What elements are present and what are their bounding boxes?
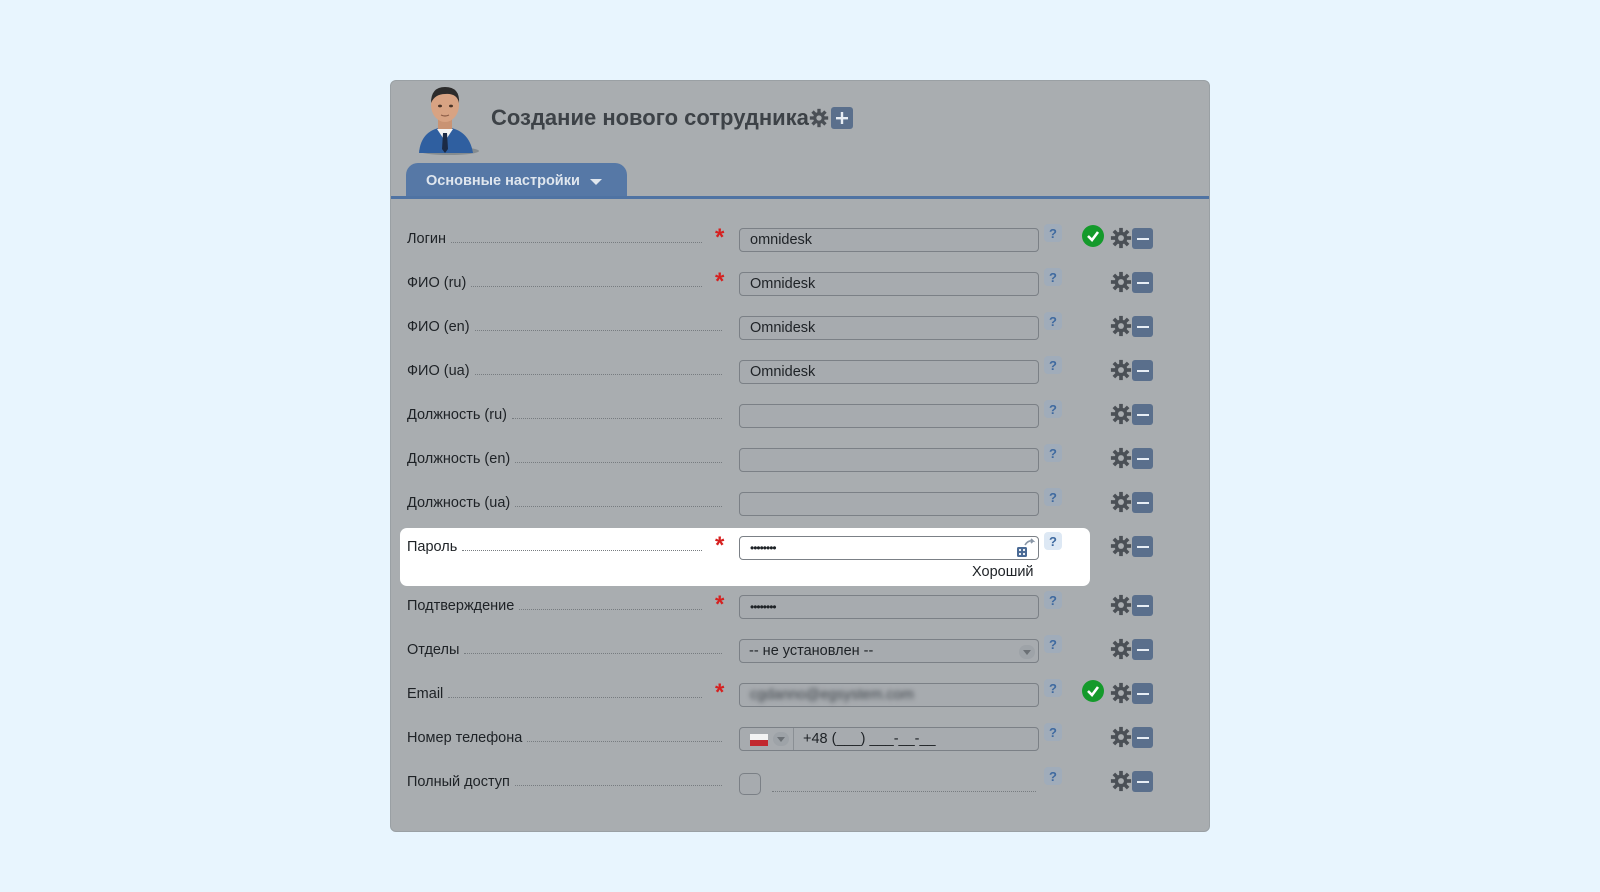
form-row-fio-ua: ФИО (ua) Omnidesk ?: [390, 354, 1210, 398]
password-strength: Хороший: [972, 564, 1034, 580]
remove-field-button[interactable]: [1132, 683, 1153, 704]
password-input[interactable]: ••••••••: [739, 536, 1039, 560]
gear-icon[interactable]: [1110, 638, 1132, 660]
gear-icon[interactable]: [1110, 682, 1132, 704]
field-label: Должность (ua): [407, 494, 722, 511]
help-icon[interactable]: ?: [1044, 312, 1062, 330]
form-row-fio-en: ФИО (en) Omnidesk ?: [390, 310, 1210, 354]
required-marker: *: [715, 224, 725, 251]
required-marker: *: [715, 591, 725, 618]
phone-value: +48 (___) ___-__-__: [803, 731, 936, 747]
field-label: Номер телефона: [407, 729, 722, 746]
email-input[interactable]: cgdanno@egsystem.com: [739, 683, 1039, 707]
help-icon[interactable]: ?: [1044, 268, 1062, 286]
help-icon[interactable]: ?: [1044, 679, 1062, 697]
gear-icon[interactable]: [1110, 403, 1132, 425]
email-value: cgdanno@egsystem.com: [750, 687, 914, 703]
remove-field-button[interactable]: [1132, 448, 1153, 469]
fio-ua-input[interactable]: Omnidesk: [739, 360, 1039, 384]
field-label: Полный доступ: [407, 773, 722, 790]
help-icon[interactable]: ?: [1044, 488, 1062, 506]
remove-field-button[interactable]: [1132, 360, 1153, 381]
chevron-down-icon: [1019, 645, 1035, 659]
position-ru-input[interactable]: [739, 404, 1039, 428]
gear-icon[interactable]: [1110, 770, 1132, 792]
form-row-fio-ru: ФИО (ru) * Omnidesk ?: [390, 266, 1210, 310]
gear-icon[interactable]: [1110, 227, 1132, 249]
dotted-leader: [772, 791, 1036, 792]
gear-icon[interactable]: [1110, 315, 1132, 337]
departments-selected: -- не установлен --: [749, 643, 874, 659]
form-row-departments: Отделы -- не установлен -- ?: [390, 633, 1210, 677]
form-row-phone: Номер телефона +48 (___) ___-__-__ ?: [390, 721, 1210, 765]
password-value: ••••••••: [750, 541, 777, 555]
help-icon[interactable]: ?: [1044, 356, 1062, 374]
field-label: ФИО (en): [407, 318, 722, 335]
field-label: Email: [407, 685, 702, 702]
form-row-login: Логин * omnidesk ?: [390, 222, 1210, 266]
field-label: Логин: [407, 230, 702, 247]
position-ua-input[interactable]: [739, 492, 1039, 516]
remove-field-button[interactable]: [1132, 639, 1153, 660]
required-marker: *: [715, 532, 725, 559]
fio-ru-input[interactable]: Omnidesk: [739, 272, 1039, 296]
valid-check-icon: [1082, 225, 1104, 247]
field-label: Должность (en): [407, 450, 722, 467]
help-icon[interactable]: ?: [1044, 532, 1062, 550]
field-label: ФИО (ru): [407, 274, 702, 291]
gear-icon[interactable]: [1110, 491, 1132, 513]
form-row-position-ru: Должность (ru) ?: [390, 398, 1210, 442]
password-confirm-value: ••••••••: [750, 600, 777, 614]
remove-field-button[interactable]: [1132, 727, 1153, 748]
required-marker: *: [715, 268, 725, 295]
help-icon[interactable]: ?: [1044, 444, 1062, 462]
form-row-email: Email * cgdanno@egsystem.com ?: [390, 677, 1210, 721]
field-label: Отделы: [407, 641, 722, 658]
form-row-password-confirm: Подтверждение * •••••••• ?: [390, 589, 1210, 633]
remove-field-button[interactable]: [1132, 536, 1153, 557]
phone-input[interactable]: +48 (___) ___-__-__: [739, 727, 1039, 751]
remove-field-button[interactable]: [1132, 771, 1153, 792]
gear-icon[interactable]: [1110, 447, 1132, 469]
form-row-position-en: Должность (en) ?: [390, 442, 1210, 486]
form-row-full-access: Полный доступ ?: [390, 765, 1210, 809]
gear-icon[interactable]: [1110, 594, 1132, 616]
help-icon[interactable]: ?: [1044, 723, 1062, 741]
gear-icon[interactable]: [1110, 359, 1132, 381]
field-label: Пароль: [407, 538, 702, 555]
required-marker: *: [715, 679, 725, 706]
field-label: Подтверждение: [407, 597, 702, 614]
departments-select[interactable]: -- не установлен --: [739, 639, 1039, 663]
gear-icon[interactable]: [1110, 535, 1132, 557]
gear-icon[interactable]: [1110, 726, 1132, 748]
help-icon[interactable]: ?: [1044, 591, 1062, 609]
remove-field-button[interactable]: [1132, 404, 1153, 425]
full-access-checkbox[interactable]: [739, 773, 761, 795]
gear-icon[interactable]: [1110, 271, 1132, 293]
field-label: ФИО (ua): [407, 362, 722, 379]
login-input[interactable]: omnidesk: [739, 228, 1039, 252]
help-icon[interactable]: ?: [1044, 400, 1062, 418]
remove-field-button[interactable]: [1132, 272, 1153, 293]
help-icon[interactable]: ?: [1044, 635, 1062, 653]
chevron-down-icon[interactable]: [773, 732, 789, 746]
remove-field-button[interactable]: [1132, 492, 1153, 513]
password-confirm-input[interactable]: ••••••••: [739, 595, 1039, 619]
help-icon[interactable]: ?: [1044, 767, 1062, 785]
poland-flag-icon[interactable]: [750, 734, 768, 746]
generate-password-icon[interactable]: [1016, 538, 1036, 558]
remove-field-button[interactable]: [1132, 316, 1153, 337]
fio-en-input[interactable]: Omnidesk: [739, 316, 1039, 340]
remove-field-button[interactable]: [1132, 228, 1153, 249]
remove-field-button[interactable]: [1132, 595, 1153, 616]
valid-check-icon: [1082, 680, 1104, 702]
form-row-password: Пароль * •••••••• ? Хороший: [390, 530, 1210, 580]
help-icon[interactable]: ?: [1044, 224, 1062, 242]
form-fields: Логин * omnidesk ? ФИО (ru) * Omnidesk ?…: [390, 0, 1210, 892]
form-row-position-ua: Должность (ua) ?: [390, 486, 1210, 530]
field-label: Должность (ru): [407, 406, 722, 423]
position-en-input[interactable]: [739, 448, 1039, 472]
